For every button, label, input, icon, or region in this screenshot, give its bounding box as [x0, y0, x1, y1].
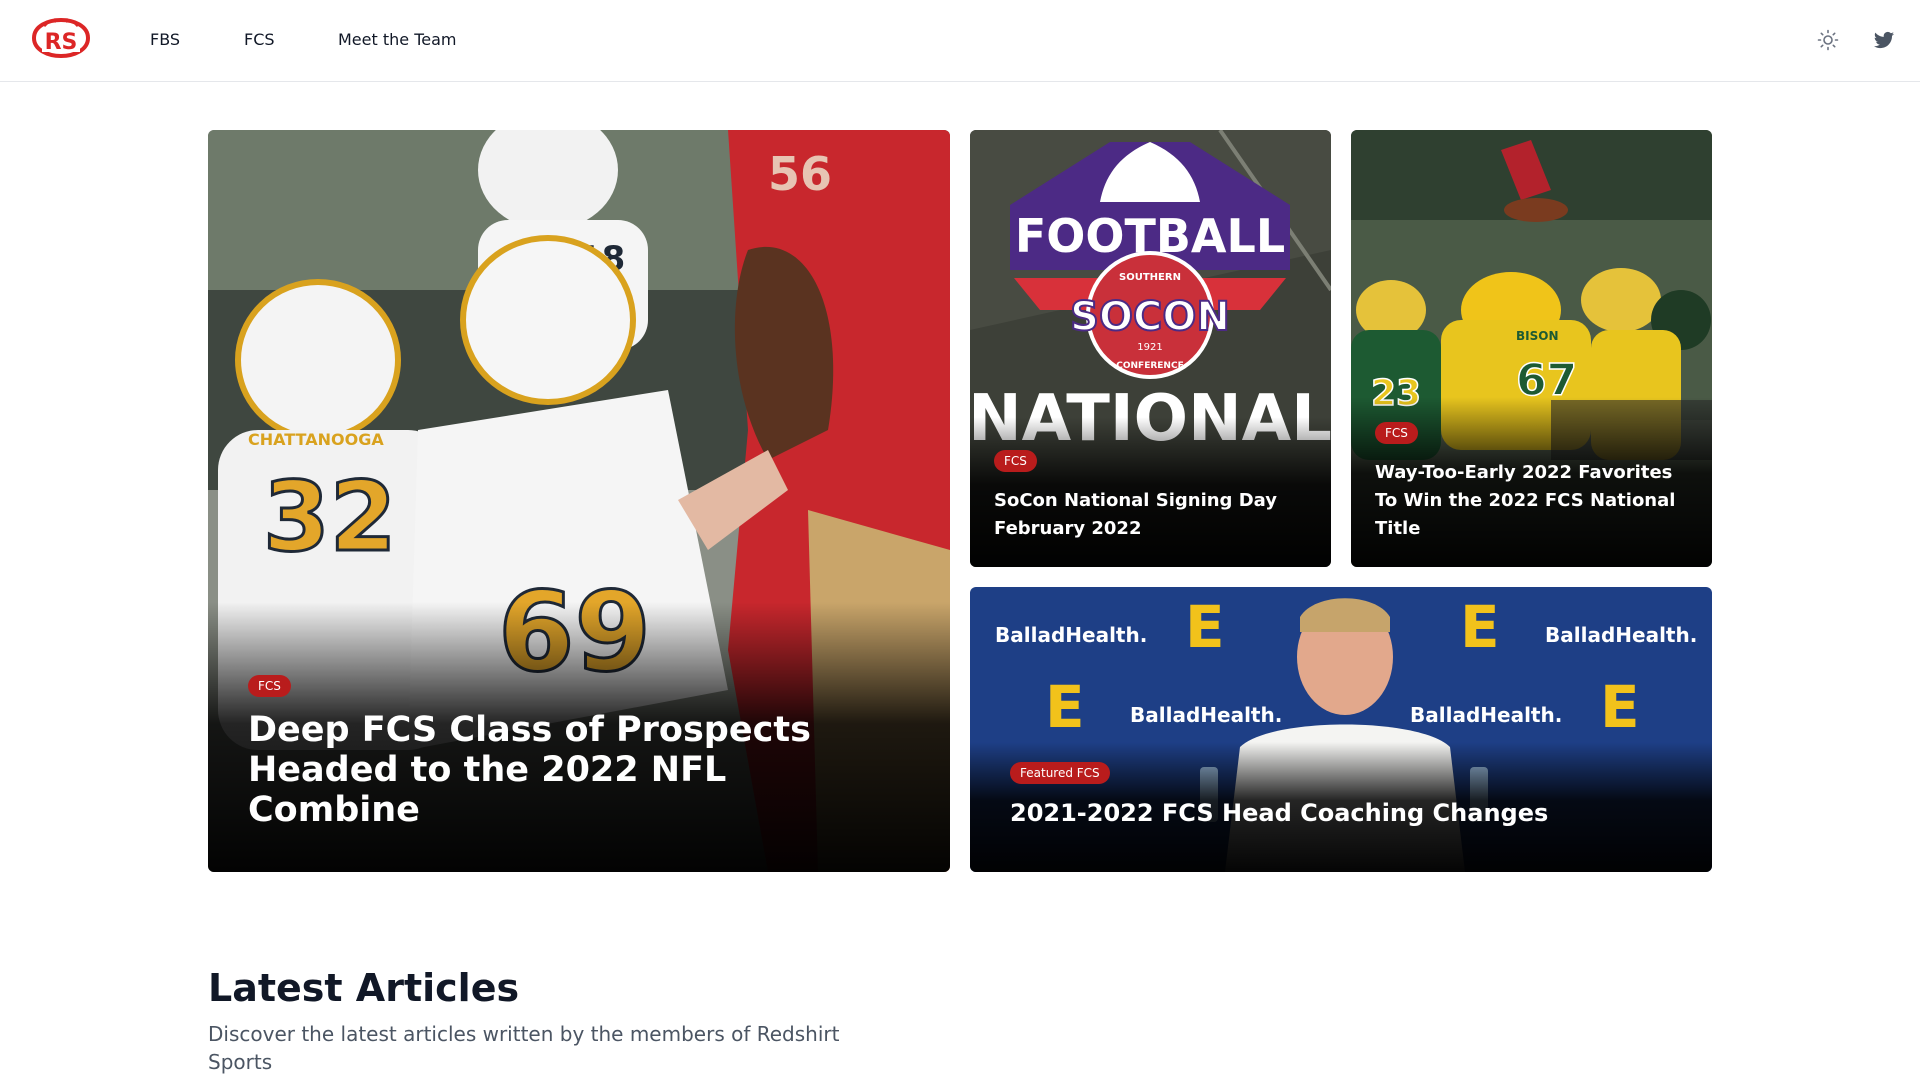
category-tag[interactable]: FCS: [248, 675, 291, 697]
article-title[interactable]: Deep FCS Class of Prospects Headed to th…: [248, 710, 888, 830]
latest-articles-description: Discover the latest articles written by …: [208, 1022, 840, 1074]
sponsor-text: BalladHealth.: [1410, 703, 1562, 727]
featured-card-bison[interactable]: BISON 67 23 FCS Way-Too-Early 2022 Favor…: [1351, 130, 1712, 567]
jersey-number-56: 56: [768, 147, 832, 201]
featured-card-socon[interactable]: FOOTBALL SOUTHERN SOCON 1921 CONFERENCE …: [970, 130, 1331, 567]
article-title[interactable]: Way-Too-Early 2022 Favorites To Win the …: [1375, 459, 1695, 543]
site-header: RS FBS FCS Meet the Team: [0, 0, 1920, 82]
nav-fcs[interactable]: FCS: [244, 28, 275, 52]
jersey-number-32: 32: [263, 461, 397, 573]
category-tag[interactable]: Featured FCS: [1010, 762, 1110, 784]
sponsor-text: BalladHealth.: [1130, 703, 1282, 727]
nav-meet-the-team[interactable]: Meet the Team: [338, 28, 456, 52]
backdrop-letter: E: [1185, 593, 1225, 661]
article-title[interactable]: SoCon National Signing Day February 2022: [994, 487, 1314, 543]
twitter-icon[interactable]: [1872, 28, 1896, 52]
featured-card-coaching[interactable]: BalladHealth. BalladHealth. BalladHealth…: [970, 587, 1712, 872]
logo-text: RS: [45, 30, 78, 55]
category-tag[interactable]: FCS: [994, 450, 1037, 472]
nav-fbs[interactable]: FBS: [150, 28, 180, 52]
logo-arc-top: SOUTHERN: [1119, 272, 1181, 283]
redshirt-sports-logo[interactable]: RS: [28, 16, 94, 58]
featured-card-main[interactable]: 56 18 CHATTANOOGA 32 69 FCS Deep FCS Cla…: [208, 130, 950, 872]
backdrop-letter: E: [1600, 673, 1640, 741]
logo-year: 1921: [1137, 342, 1162, 353]
logo-arc-bottom: CONFERENCE: [1116, 361, 1183, 371]
sun-icon[interactable]: [1816, 28, 1840, 52]
backdrop-letter: E: [1460, 593, 1500, 661]
article-title[interactable]: 2021-2022 FCS Head Coaching Changes: [1010, 798, 1690, 828]
jersey-team-label: BISON: [1516, 329, 1559, 343]
jersey-team-label: CHATTANOOGA: [248, 430, 384, 449]
sponsor-text: BalladHealth.: [1545, 623, 1697, 647]
logo-socon-word: SOCON: [1070, 294, 1230, 340]
backdrop-letter: E: [1045, 673, 1085, 741]
latest-articles-heading: Latest Articles: [208, 966, 520, 1010]
category-tag[interactable]: FCS: [1375, 422, 1418, 444]
sponsor-text: BalladHealth.: [995, 623, 1147, 647]
